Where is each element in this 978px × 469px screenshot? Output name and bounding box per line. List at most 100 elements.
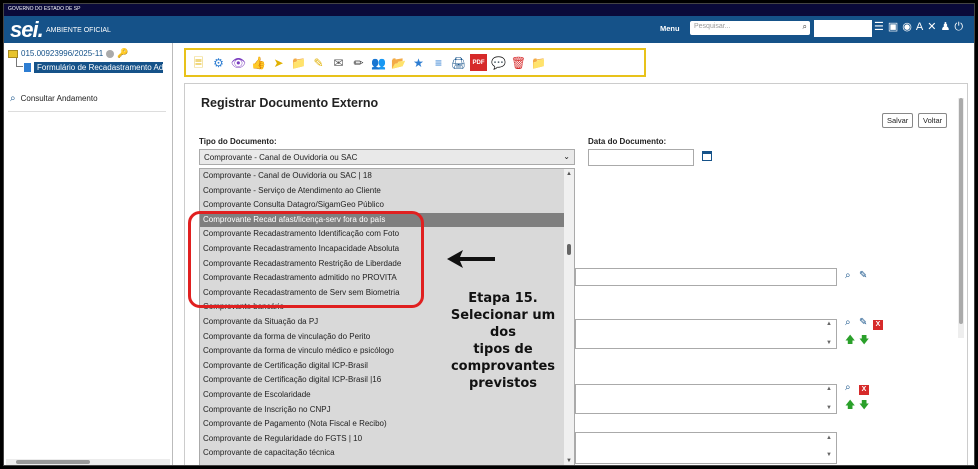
mail-icon[interactable]: ✉ xyxy=(330,54,347,71)
step-line: Selecionar um dos xyxy=(450,308,556,340)
star-doc-icon[interactable]: ★ xyxy=(410,54,427,71)
scroll-down-icon[interactable]: ▼ xyxy=(566,458,572,464)
divider xyxy=(8,111,166,112)
horizontal-scrollbar[interactable] xyxy=(6,459,170,465)
list-item[interactable]: Comprovante de Inscrição no CNPJ xyxy=(200,403,574,418)
layers-icon[interactable]: ≡ xyxy=(430,54,447,71)
process-node[interactable]: 015.00923996/2025-11 🔑 xyxy=(8,48,128,59)
search-icon: ⌕ xyxy=(10,93,16,104)
environment-label: AMBIENTE OFICIAL xyxy=(46,27,111,34)
scroll-down-icon[interactable]: ▼ xyxy=(826,340,832,346)
scroll-thumb[interactable] xyxy=(567,244,571,255)
forward-icon[interactable]: ➤ xyxy=(270,54,287,71)
chevron-down-icon: ⌄ xyxy=(563,152,570,161)
search-icon[interactable]: ⌕ xyxy=(845,382,851,393)
scroll-thumb[interactable] xyxy=(16,460,90,464)
top-icons: ☰ ▣ ◉ A ✕ ♟ ⏻ xyxy=(874,22,963,33)
calendar-icon[interactable] xyxy=(702,151,712,161)
scroll-down-icon[interactable]: ▼ xyxy=(826,405,832,411)
step-line: previstos xyxy=(468,376,538,391)
document-toolbar: 🗏 ⚙ 👁 👍 ➤ 📁 ✎ ✉ ✏ 👥 📂 ★ ≡ 🖨 PDF 💬 🗑 📁 xyxy=(184,48,646,77)
search-icon[interactable]: ⌕ xyxy=(803,22,807,32)
step-annotation: Etapa 15. Selecionar um dos tipos de com… xyxy=(437,290,569,392)
power-icon[interactable]: ⏻ xyxy=(954,22,963,33)
status-circle-icon xyxy=(106,49,115,58)
step-title: Etapa 15. xyxy=(468,291,538,306)
scroll-up-icon[interactable]: ▲ xyxy=(826,321,832,327)
save-button[interactable]: Salvar xyxy=(882,113,914,128)
list-icon[interactable]: ☰ xyxy=(874,22,884,33)
scroll-down-icon[interactable]: ▼ xyxy=(826,452,832,458)
top-bar: sei. AMBIENTE OFICIAL Menu Pesquisar... … xyxy=(4,16,974,43)
scroll-up-icon[interactable]: ▲ xyxy=(826,386,832,392)
scroll-thumb[interactable] xyxy=(959,98,963,324)
key-icon: 🔑 xyxy=(117,48,129,58)
textarea-field[interactable] xyxy=(575,384,837,414)
tools-icon[interactable]: ✕ xyxy=(927,22,936,33)
list-item[interactable]: Comprovante de Regularidade do FGTS | 10 xyxy=(200,432,574,447)
user-icon[interactable]: ♟ xyxy=(940,22,950,33)
folder-delete-icon[interactable]: 📁 xyxy=(530,54,547,71)
remove-icon[interactable]: X xyxy=(873,318,883,330)
pdf-icon[interactable]: PDF xyxy=(470,54,487,71)
highlight-box xyxy=(188,211,424,308)
textarea-field[interactable] xyxy=(575,432,837,464)
list-item[interactable]: Comprovante de Pagamento (Nota Fiscal e … xyxy=(200,417,574,432)
print-icon[interactable]: 🖨 xyxy=(450,54,467,71)
users-icon[interactable]: 👥 xyxy=(370,54,387,71)
arrow-down-icon[interactable]: 🡇 xyxy=(859,398,869,415)
remove-icon[interactable]: X xyxy=(859,383,869,395)
document-type-select[interactable]: Comprovante - Canal de Ouvidoria ou SAC … xyxy=(199,149,575,165)
thumb-icon[interactable]: 👍 xyxy=(250,54,267,71)
textarea-field[interactable] xyxy=(575,319,837,349)
sei-logo[interactable]: sei. xyxy=(10,17,44,43)
search-input[interactable]: Pesquisar... ⌕ xyxy=(690,21,810,35)
arrow-down-icon[interactable]: 🡇 xyxy=(859,333,869,350)
search-icon[interactable]: ⌕ xyxy=(845,317,851,328)
folder-info-icon[interactable]: 📁 xyxy=(290,54,307,71)
process-number[interactable]: 015.00923996/2025-11 xyxy=(21,49,103,58)
document-type-value: Comprovante - Canal de Ouvidoria ou SAC xyxy=(204,153,358,162)
step-line: comprovantes xyxy=(450,359,556,374)
document-label[interactable]: Formulário de Recadastramento Adm xyxy=(34,62,163,73)
font-size-icon[interactable]: A xyxy=(916,22,923,33)
step-line: tipos de xyxy=(473,342,533,357)
screen-icon[interactable]: ▣ xyxy=(888,22,898,33)
consult-label: Consultar Andamento xyxy=(20,94,98,103)
unit-selector[interactable] xyxy=(814,20,872,37)
document-node[interactable]: Formulário de Recadastramento Adm xyxy=(24,62,163,73)
info-icon[interactable]: ◉ xyxy=(902,22,912,33)
edit-icon[interactable]: ✎ xyxy=(859,317,867,328)
search-icon[interactable]: ⌕ xyxy=(845,270,851,281)
eye-icon[interactable]: 👁 xyxy=(230,54,247,71)
scroll-up-icon[interactable]: ▲ xyxy=(826,435,832,441)
back-button[interactable]: Voltar xyxy=(918,113,948,128)
pencil-icon[interactable]: ✏ xyxy=(350,54,367,71)
main-scrollbar[interactable] xyxy=(958,98,964,338)
settings-doc-icon[interactable]: ⚙ xyxy=(210,54,227,71)
arrow-left-icon xyxy=(447,250,495,268)
arrow-up-icon[interactable]: 🡅 xyxy=(845,398,855,415)
list-item[interactable]: Comprovante - Serviço de Atendimento ao … xyxy=(200,184,574,199)
scroll-up-icon[interactable]: ▲ xyxy=(566,171,572,177)
new-document-icon[interactable]: 🗏 xyxy=(190,54,207,71)
gov-banner: GOVERNO DO ESTADO DE SP xyxy=(4,4,974,16)
document-type-label: Tipo do Documento: xyxy=(199,137,277,146)
app-window: GOVERNO DO ESTADO DE SP sei. AMBIENTE OF… xyxy=(3,3,975,466)
consult-progress-link[interactable]: ⌕ Consultar Andamento xyxy=(10,93,98,104)
arrow-up-icon[interactable]: 🡅 xyxy=(845,333,855,350)
folder-plus-icon[interactable]: 📂 xyxy=(390,54,407,71)
document-date-input[interactable] xyxy=(588,149,694,166)
search-placeholder: Pesquisar... xyxy=(694,23,731,30)
edit-icon[interactable]: ✎ xyxy=(859,270,867,281)
list-item[interactable]: Comprovante de capacitação técnica xyxy=(200,446,574,461)
text-field[interactable] xyxy=(575,268,837,286)
document-date-label: Data do Documento: xyxy=(588,137,667,146)
folder-icon xyxy=(8,49,18,58)
trash-icon[interactable]: 🗑 xyxy=(510,54,527,71)
menu-button[interactable]: Menu xyxy=(660,24,680,33)
comment-icon[interactable]: 💬 xyxy=(490,54,507,71)
document-icon xyxy=(24,63,31,72)
list-item[interactable]: Comprovante - Canal de Ouvidoria ou SAC … xyxy=(200,169,574,184)
sign-icon[interactable]: ✎ xyxy=(310,54,327,71)
